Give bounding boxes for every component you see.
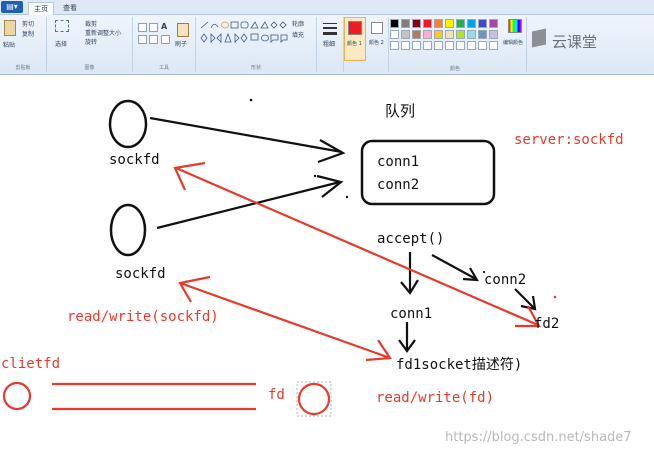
socket-ellipse-bottom (109, 203, 147, 257)
conn1-label: conn1 (390, 306, 433, 322)
watermark: https://blog.csdn.net/shade7 (445, 430, 632, 445)
read-write-fd-label: read/write(fd) (376, 390, 495, 406)
fd2-label: fd2 (534, 316, 560, 332)
clietfd-label: clietfd (1, 356, 61, 372)
conn2-label: conn2 (484, 272, 527, 288)
read-write-sockfd-label: read/write(sockfd) (67, 309, 219, 325)
server-sockfd-label: server:sockfd (514, 132, 624, 148)
accept-label: accept() (377, 231, 445, 247)
fd-circle (297, 382, 331, 416)
fd1-socket-descriptor-label: fd1socket描述符) (396, 357, 523, 373)
fd-label: fd (268, 387, 285, 403)
sockfd-label-bottom: sockfd (115, 266, 166, 282)
red-arrowhead-server (173, 161, 206, 191)
paint-canvas[interactable] (0, 0, 654, 458)
clietfd-circle (2, 381, 32, 411)
queue-item-conn2: conn2 (377, 177, 420, 193)
arrow-top-to-queue (149, 116, 343, 154)
queue-item-conn1: conn1 (377, 154, 420, 170)
socket-ellipse-top (108, 99, 148, 149)
sockfd-label-top: sockfd (109, 152, 160, 168)
fd-circle-selection (296, 381, 332, 417)
queue-title: 队列 (385, 102, 416, 120)
queue-box (360, 139, 496, 206)
arrow-accept-to-conn2 (431, 254, 477, 280)
arrow-conn2-to-fd2 (514, 288, 535, 309)
